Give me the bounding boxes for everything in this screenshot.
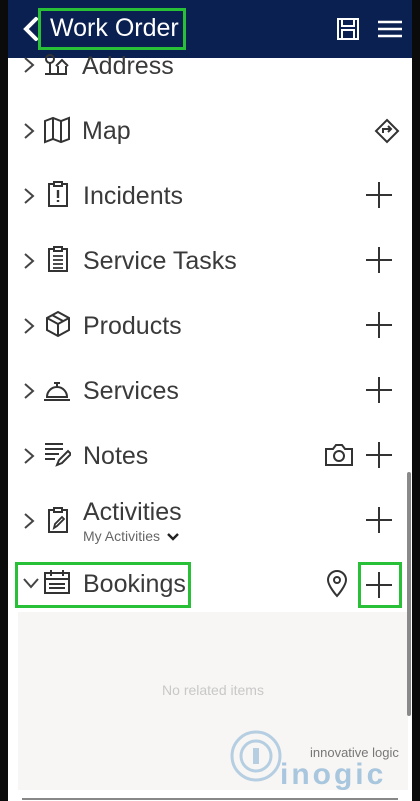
watermark-brand: inogic (280, 758, 387, 791)
section-label: Services (83, 377, 179, 405)
section-label: Incidents (83, 182, 184, 210)
chevron-right-icon (24, 57, 35, 73)
add-product-icon[interactable] (364, 310, 394, 340)
add-service-task-icon[interactable] (364, 245, 394, 275)
hamburger-menu-icon[interactable] (378, 17, 402, 41)
box-icon (46, 310, 70, 338)
section-incidents[interactable]: Incidents (8, 163, 412, 227)
section-label: Notes (83, 442, 149, 470)
chevron-right-icon (24, 318, 35, 334)
service-bell-icon (44, 382, 70, 401)
add-note-icon[interactable] (364, 440, 394, 470)
map-icon (44, 116, 70, 144)
section-label: Address (82, 52, 174, 80)
clipboard-icon (48, 246, 68, 272)
address-icon (45, 54, 69, 75)
chevron-right-icon (24, 253, 35, 269)
save-icon[interactable] (336, 17, 360, 41)
section-service-tasks[interactable]: Service Tasks (8, 228, 412, 292)
add-activity-icon[interactable] (364, 505, 394, 535)
section-services[interactable]: Services (8, 358, 412, 422)
scrollbar[interactable] (407, 472, 411, 716)
logo-icon (230, 730, 282, 782)
section-label: Map (82, 117, 131, 145)
incident-icon (48, 181, 68, 207)
chevron-right-icon (24, 383, 35, 399)
section-activities[interactable]: Activities My Activities (8, 488, 412, 554)
activity-icon (48, 507, 68, 533)
directions-icon[interactable] (374, 118, 400, 144)
chevron-down-icon (167, 533, 179, 541)
page-title: Work Order (50, 14, 179, 42)
add-incident-icon[interactable] (364, 180, 394, 210)
location-pin-icon[interactable] (326, 570, 348, 598)
section-notes[interactable]: Notes (8, 423, 412, 487)
add-booking-highlight (358, 562, 402, 608)
section-label: Products (83, 312, 182, 340)
activities-filter-label: My Activities (83, 528, 161, 544)
divider (22, 798, 398, 800)
section-map[interactable]: Map (8, 98, 412, 162)
notes-icon (45, 443, 71, 467)
empty-state-text: No related items (162, 682, 264, 698)
chevron-right-icon (24, 448, 35, 464)
activities-filter[interactable]: My Activities (83, 528, 179, 544)
section-products[interactable]: Products (8, 293, 412, 357)
work-order-screen: Work Order Address Map Incidents Service… (8, 0, 412, 801)
section-bookings[interactable]: Bookings (8, 554, 412, 618)
section-label: Service Tasks (83, 247, 237, 275)
bookings-highlight (15, 562, 191, 608)
add-service-icon[interactable] (364, 375, 394, 405)
chevron-right-icon (24, 513, 35, 529)
section-label: Activities (83, 498, 182, 526)
section-address[interactable]: Address (8, 42, 412, 106)
chevron-right-icon (24, 123, 35, 139)
chevron-right-icon (24, 188, 35, 204)
camera-icon[interactable] (324, 441, 354, 469)
